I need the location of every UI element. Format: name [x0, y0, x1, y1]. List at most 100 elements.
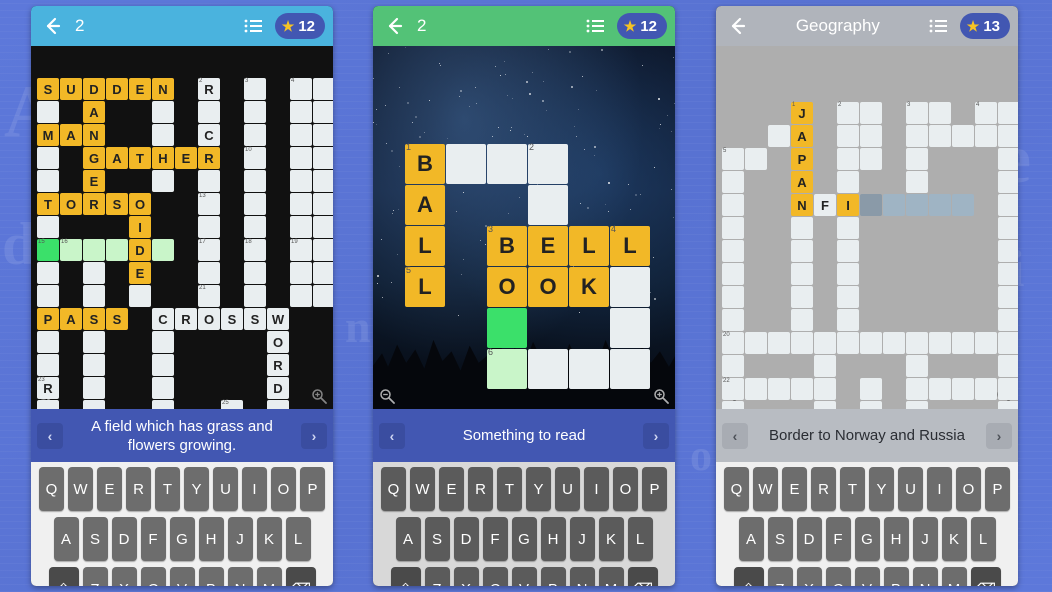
crossword-cell[interactable] [152, 377, 174, 399]
key-s[interactable]: S [82, 517, 108, 561]
key-g[interactable]: G [169, 517, 195, 561]
key-l[interactable]: L [285, 517, 311, 561]
crossword-cell[interactable] [837, 309, 859, 331]
crossword-cell[interactable]: 22 [722, 378, 744, 400]
key-c[interactable]: C [140, 567, 166, 586]
crossword-board[interactable]: 1B2AL3BEL4L5LOOK6 [373, 46, 675, 409]
crossword-cell[interactable]: R [83, 193, 105, 215]
crossword-cell[interactable] [313, 262, 333, 284]
on-screen-keyboard[interactable]: QWERTYUIOP ASDFGHJKL ⇧ZXCVBNM⌫ [716, 462, 1018, 586]
crossword-cell[interactable]: A [83, 101, 105, 123]
key-s[interactable]: S [767, 517, 793, 561]
crossword-cell[interactable] [837, 217, 859, 239]
back-arrow-icon[interactable] [381, 13, 407, 39]
crossword-cell[interactable] [998, 240, 1018, 262]
crossword-cell[interactable] [837, 171, 859, 193]
crossword-cell[interactable] [722, 194, 744, 216]
crossword-cell[interactable]: O [528, 267, 568, 307]
crossword-cell[interactable] [791, 217, 813, 239]
crossword-cell[interactable] [37, 400, 59, 409]
key-a[interactable]: A [395, 517, 421, 561]
crossword-cell[interactable] [244, 216, 266, 238]
crossword-cell[interactable] [929, 332, 951, 354]
key-l[interactable]: L [970, 517, 996, 561]
crossword-cell[interactable] [290, 216, 312, 238]
crossword-cell[interactable]: S [106, 308, 128, 330]
crossword-cell[interactable]: N [152, 78, 174, 100]
crossword-cell[interactable] [290, 193, 312, 215]
crossword-cell[interactable] [768, 378, 790, 400]
crossword-cell[interactable]: A [60, 308, 82, 330]
crossword-cell[interactable] [906, 332, 928, 354]
crossword-cell[interactable] [814, 355, 836, 377]
crossword-cell[interactable]: O [487, 267, 527, 307]
crossword-cell[interactable] [313, 147, 333, 169]
key-t[interactable]: T [155, 467, 180, 511]
key-e[interactable]: E [439, 467, 464, 511]
crossword-cell[interactable] [768, 332, 790, 354]
crossword-cell[interactable]: A [791, 171, 813, 193]
crossword-cell[interactable]: F [814, 194, 836, 216]
crossword-cell[interactable] [610, 349, 650, 389]
key-m[interactable]: M [256, 567, 282, 586]
key-t[interactable]: T [840, 467, 865, 511]
crossword-cell[interactable] [152, 170, 174, 192]
key-m[interactable]: M [941, 567, 967, 586]
zoom-in-icon[interactable] [311, 388, 327, 404]
crossword-cell[interactable] [244, 193, 266, 215]
key-f[interactable]: F [825, 517, 851, 561]
crossword-cell[interactable] [528, 349, 568, 389]
crossword-cell[interactable] [814, 378, 836, 400]
crossword-cell[interactable] [906, 125, 928, 147]
key-d[interactable]: D [111, 517, 137, 561]
crossword-cell[interactable]: E [83, 170, 105, 192]
crossword-cell[interactable] [722, 263, 744, 285]
crossword-cell[interactable] [998, 378, 1018, 400]
star-count-badge[interactable]: ★ 13 [959, 13, 1010, 39]
crossword-cell[interactable] [152, 239, 174, 261]
crossword-cell[interactable] [814, 401, 836, 409]
crossword-cell[interactable] [152, 124, 174, 146]
key-y[interactable]: Y [526, 467, 551, 511]
crossword-cell[interactable] [37, 262, 59, 284]
crossword-cell[interactable] [313, 101, 333, 123]
crossword-cell[interactable] [998, 355, 1018, 377]
crossword-cell[interactable]: 19 [290, 239, 312, 261]
crossword-cell[interactable]: 3 [244, 78, 266, 100]
crossword-cell[interactable]: T [129, 147, 151, 169]
crossword-cell[interactable] [37, 101, 59, 123]
crossword-cell[interactable]: L [405, 226, 445, 266]
crossword-cell[interactable] [929, 378, 951, 400]
shift-key[interactable]: ⇧ [48, 567, 79, 586]
crossword-cell[interactable] [313, 170, 333, 192]
crossword-cell[interactable] [791, 240, 813, 262]
key-i[interactable]: I [927, 467, 952, 511]
key-o[interactable]: O [271, 467, 296, 511]
crossword-cell[interactable] [37, 285, 59, 307]
back-arrow-icon[interactable] [724, 13, 750, 39]
crossword-cell[interactable] [83, 400, 105, 409]
crossword-cell[interactable] [290, 170, 312, 192]
key-r[interactable]: R [811, 467, 836, 511]
crossword-cell[interactable] [998, 309, 1018, 331]
crossword-cell[interactable] [290, 101, 312, 123]
list-icon[interactable] [583, 14, 607, 38]
crossword-cell[interactable]: E [528, 226, 568, 266]
crossword-cell[interactable] [83, 262, 105, 284]
crossword-cell[interactable] [998, 194, 1018, 216]
key-l[interactable]: L [627, 517, 653, 561]
crossword-cell[interactable]: 13 [198, 193, 220, 215]
key-m[interactable]: M [598, 567, 624, 586]
crossword-cell[interactable]: R [175, 308, 197, 330]
crossword-cell[interactable]: 5 [722, 148, 744, 170]
crossword-cell[interactable]: 2 [837, 102, 859, 124]
crossword-cell[interactable] [791, 378, 813, 400]
key-h[interactable]: H [540, 517, 566, 561]
crossword-cell[interactable]: E [129, 262, 151, 284]
crossword-cell[interactable] [906, 401, 928, 409]
crossword-cell[interactable]: 6 [487, 348, 527, 389]
key-x[interactable]: X [796, 567, 822, 586]
crossword-cell[interactable] [952, 378, 974, 400]
crossword-cell[interactable] [83, 331, 105, 353]
crossword-cell[interactable]: 15 [37, 239, 59, 261]
